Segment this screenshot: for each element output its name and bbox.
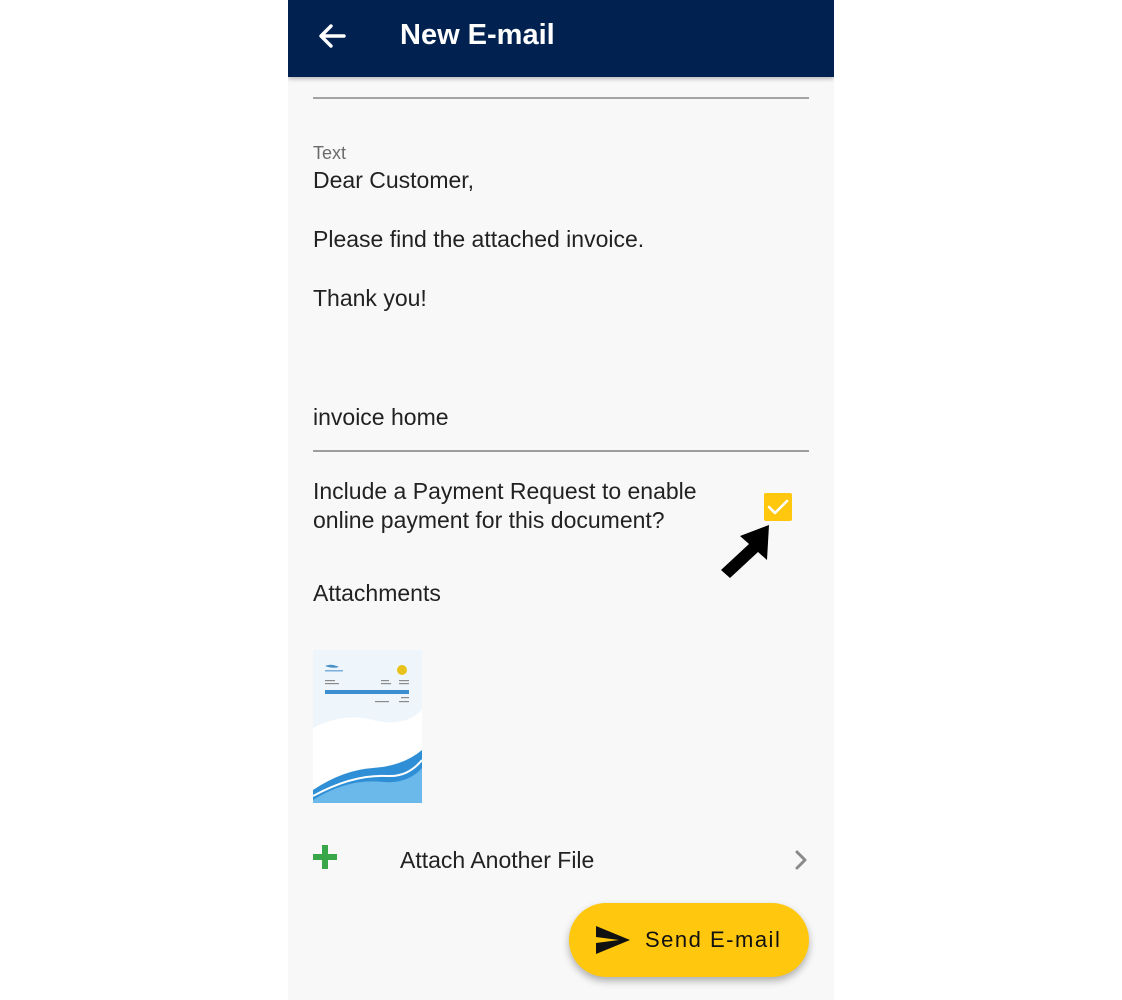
body-text-label: Text <box>313 143 347 163</box>
back-button[interactable] <box>312 16 352 56</box>
page-title: New E-mail <box>400 19 555 51</box>
email-screen: New E-mail Text Dear Customer, Please fi… <box>288 0 834 1000</box>
payment-request-label: Include a Payment Request to enable onli… <box>313 478 697 533</box>
body-line: Please find the attached invoice. <box>313 226 645 252</box>
plus-icon <box>313 845 337 869</box>
body-line <box>313 255 809 285</box>
send-email-label: Send E-mail <box>645 927 782 952</box>
send-email-button[interactable]: Send E-mail <box>569 903 809 977</box>
app-bar: New E-mail <box>288 0 834 77</box>
invoice-thumbnail-image <box>313 650 422 803</box>
attach-another-file-label: Attach Another File <box>400 847 595 873</box>
body-text-field[interactable]: Dear Customer, Please find the attached … <box>313 166 809 314</box>
body-line: Dear Customer, <box>313 167 475 193</box>
payment-request-checkbox[interactable] <box>764 493 792 521</box>
arrow-left-icon <box>319 24 346 48</box>
attach-another-file-button[interactable]: Attach Another File <box>288 832 834 888</box>
send-icon <box>596 926 630 954</box>
check-icon <box>767 499 789 515</box>
attachment-thumbnail[interactable] <box>313 650 422 803</box>
attachments-heading: Attachments <box>313 580 441 606</box>
body-line <box>313 196 809 226</box>
pointer-arrow-icon <box>721 525 769 578</box>
body-line: Thank you! <box>313 285 427 311</box>
subject-field[interactable]: invoice home <box>313 400 809 452</box>
field-divider <box>313 97 809 99</box>
subject-value: invoice home <box>313 404 449 430</box>
chevron-right-icon <box>795 850 807 870</box>
